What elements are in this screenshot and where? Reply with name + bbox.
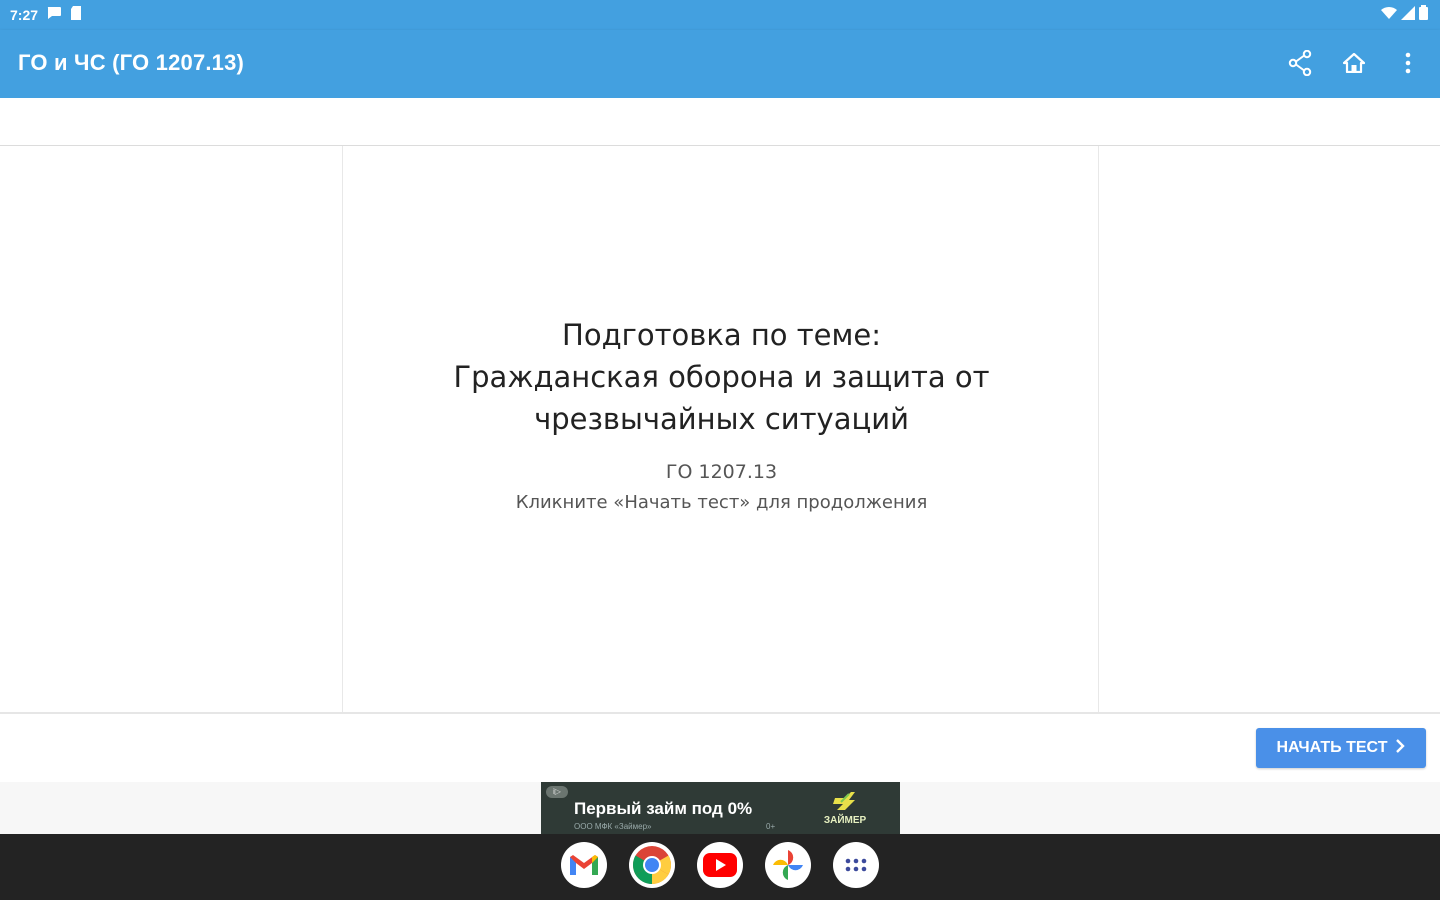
photos-icon[interactable] xyxy=(765,842,811,888)
slide-card: Подготовка по теме: Гражданская оборона … xyxy=(342,146,1099,712)
slide-heading: Подготовка по теме: Гражданская оборона … xyxy=(343,314,1100,440)
app-dock xyxy=(561,842,879,888)
footer-strip xyxy=(0,714,1440,782)
ad-title: Первый займ под 0% xyxy=(574,799,753,818)
message-icon xyxy=(46,6,62,25)
chevron-right-icon xyxy=(1395,738,1406,758)
app-drawer-icon[interactable] xyxy=(833,842,879,888)
ad-subtitle: ООО МФК «Займер» xyxy=(574,822,652,831)
heading-line-3: чрезвычайных ситуаций xyxy=(534,402,909,436)
status-bar: 7:27 xyxy=(0,0,1440,30)
signal-icon xyxy=(1401,5,1415,25)
share-icon[interactable] xyxy=(1286,47,1314,79)
ad-brand: ЗАЙМЕР xyxy=(823,815,867,826)
battery-icon xyxy=(1419,5,1428,25)
ad-age-rating: 0+ xyxy=(766,822,776,831)
app-bar: ГО и ЧС (ГО 1207.13) xyxy=(0,30,1440,98)
heading-line-2: Гражданская оборона и защита от xyxy=(453,360,990,394)
status-time: 7:27 xyxy=(10,7,39,23)
start-test-label: НАЧАТЬ ТЕСТ xyxy=(1276,739,1388,756)
youtube-icon[interactable] xyxy=(697,842,743,888)
wifi-icon xyxy=(1381,6,1397,25)
app-title: ГО и ЧС (ГО 1207.13) xyxy=(18,50,245,75)
chrome-icon[interactable] xyxy=(629,842,675,888)
start-test-button[interactable]: НАЧАТЬ ТЕСТ xyxy=(1256,728,1426,768)
sd-card-icon xyxy=(70,5,82,25)
ad-banner[interactable]: i▷ Первый займ под 0% ООО МФК «Займер» 0… xyxy=(541,782,900,834)
home-icon[interactable] xyxy=(1340,47,1368,79)
gmail-icon[interactable] xyxy=(561,842,607,888)
test-code: ГО 1207.13 xyxy=(665,461,778,483)
heading-line-1: Подготовка по теме: xyxy=(562,318,881,352)
more-vert-icon[interactable] xyxy=(1394,47,1422,79)
continue-hint: Кликните «Начать тест» для продолжения xyxy=(515,492,928,513)
ad-choices-icon[interactable]: i▷ xyxy=(546,786,568,798)
